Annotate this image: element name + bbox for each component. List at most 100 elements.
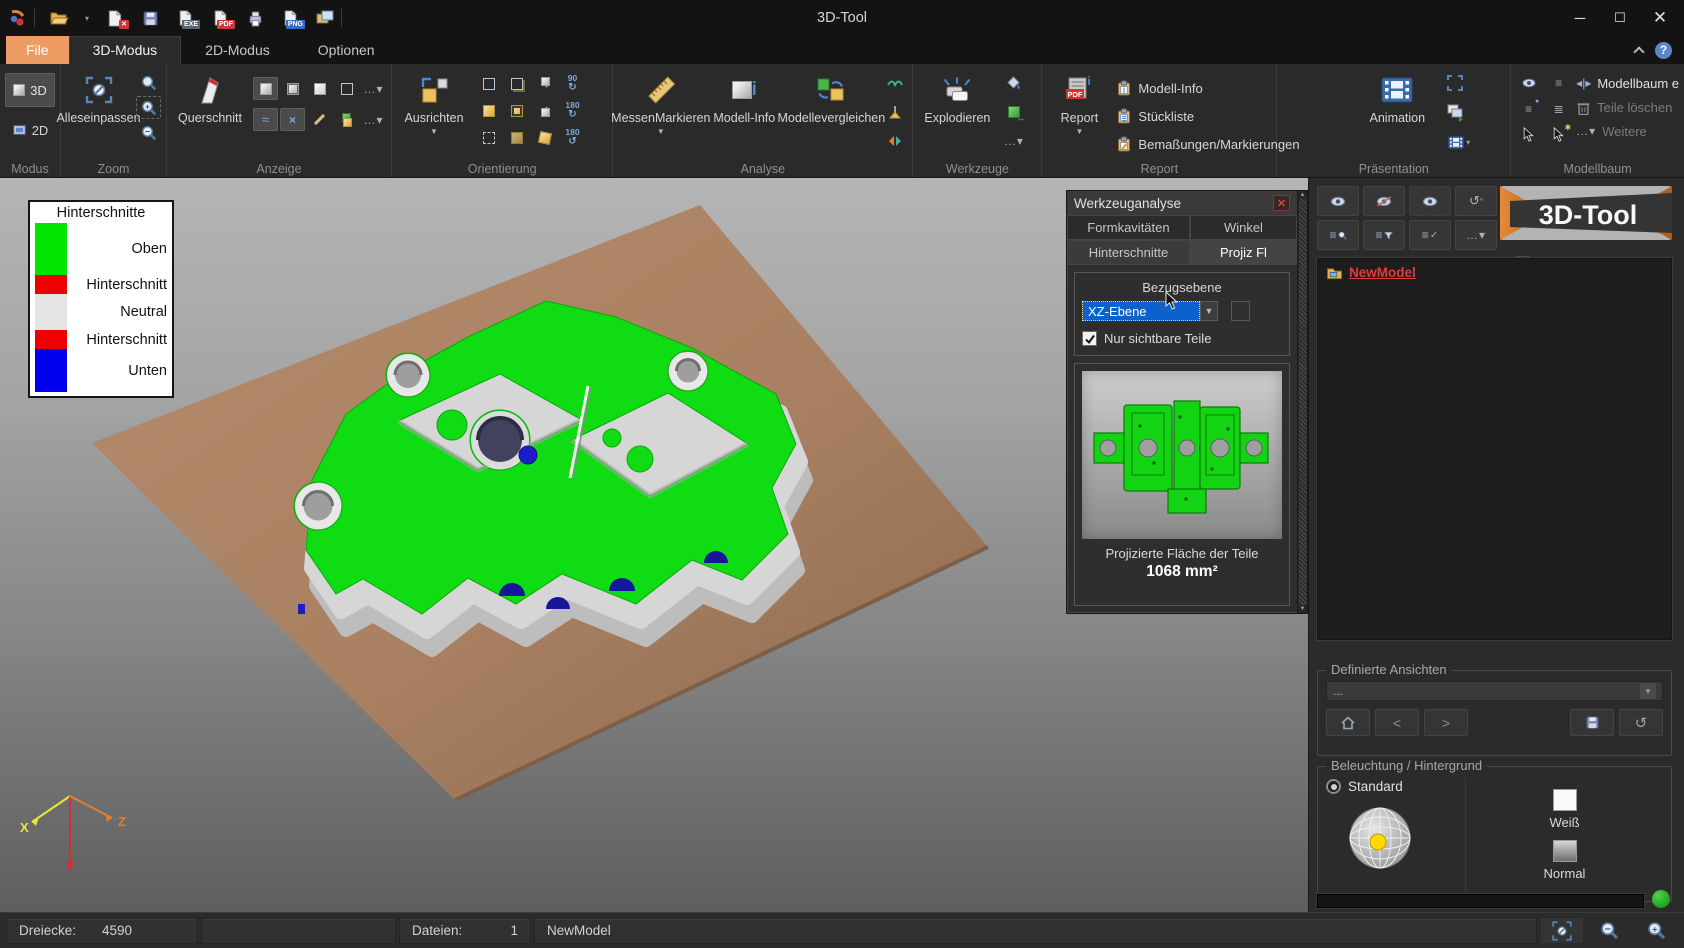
cross-section-button[interactable]: Querschnitt xyxy=(172,69,248,126)
draft-angle-icon[interactable] xyxy=(882,100,907,123)
delete-parts-button[interactable]: Teile löschen xyxy=(1576,95,1679,119)
mode-2d-button[interactable]: 2D xyxy=(5,113,55,147)
views-dropdown-arrow[interactable]: ▼ xyxy=(1640,683,1656,699)
background-normal-swatch[interactable] xyxy=(1553,840,1577,862)
collapse-ribbon-icon[interactable] xyxy=(1633,46,1644,57)
wireframe-view-icon[interactable] xyxy=(334,77,359,100)
view-top-icon[interactable] xyxy=(476,126,501,149)
tab-formkavitaeten[interactable]: Formkavitäten xyxy=(1067,215,1190,240)
view-prev-button[interactable]: < xyxy=(1375,709,1419,736)
background-white-swatch[interactable] xyxy=(1553,789,1577,811)
report-parts-list-item[interactable]: Stückliste xyxy=(1116,103,1299,129)
panel-header[interactable]: Werkzeuganalyse ✕ xyxy=(1067,191,1297,215)
hide-parts-icon[interactable] xyxy=(1363,186,1405,216)
help-icon[interactable]: ? xyxy=(1655,42,1672,59)
tree-find-icon[interactable]: ≡ xyxy=(1317,220,1359,250)
plane-select-arrow[interactable]: ▼ xyxy=(1200,301,1218,321)
save-icon[interactable] xyxy=(138,7,162,29)
view-bottom-icon[interactable] xyxy=(504,126,529,149)
tab-3d-modus[interactable]: 3D-Modus xyxy=(69,36,182,64)
view-save-button[interactable] xyxy=(1570,709,1614,736)
pen-style-icon[interactable] xyxy=(307,108,332,131)
zoom-window-icon[interactable] xyxy=(136,71,161,94)
explode-button[interactable]: Explodieren xyxy=(918,69,996,126)
show-all-icon[interactable] xyxy=(1317,186,1359,216)
tab-winkel[interactable]: Winkel xyxy=(1190,215,1297,240)
rotate-90-icon[interactable]: 90↻ xyxy=(560,72,585,95)
zoom-in-icon[interactable]: + xyxy=(136,96,161,119)
panel-close-button[interactable]: ✕ xyxy=(1273,195,1290,211)
smooth-edges-icon[interactable]: ≈ xyxy=(253,108,278,131)
plane-flip-button[interactable] xyxy=(1231,301,1250,321)
view-next-button[interactable]: > xyxy=(1424,709,1468,736)
maximize-button[interactable]: ☐ xyxy=(1602,5,1638,31)
panel-scrollbar[interactable]: ▲▼ xyxy=(1297,191,1307,613)
tab-projiz-fl[interactable]: Projiz Fl xyxy=(1190,240,1297,265)
tab-hinterschnitte[interactable]: Hinterschnitte xyxy=(1067,240,1190,265)
tab-2d-modus[interactable]: 2D-Modus xyxy=(181,36,294,64)
view-back-icon[interactable] xyxy=(504,72,529,95)
slideshow-icon[interactable] xyxy=(1442,101,1467,124)
report-dimensions-item[interactable]: Bemaßungen/Markierungen xyxy=(1116,131,1299,157)
shaded-view-icon[interactable] xyxy=(253,77,278,100)
align-button[interactable]: Ausrichten ▼ xyxy=(397,69,471,135)
wall-thickness-icon[interactable] xyxy=(882,71,907,94)
tree-filter-icon[interactable]: ≡ xyxy=(1363,220,1405,250)
animation-button[interactable]: Animation xyxy=(1357,69,1437,126)
hidden-line-view-icon[interactable] xyxy=(307,77,332,100)
open-file-icon[interactable] xyxy=(47,7,71,29)
tab-file[interactable]: File xyxy=(6,36,69,64)
open-dropdown-icon[interactable]: ▾ xyxy=(82,7,92,29)
show-all-parts-icon[interactable] xyxy=(1516,71,1541,94)
shaded-edges-view-icon[interactable] xyxy=(280,77,305,100)
compare-models-button[interactable]: Modellevergleichen xyxy=(785,69,877,126)
model-info-button[interactable]: i Modell-Info xyxy=(708,69,780,126)
tree-root-node[interactable]: NewModel xyxy=(1326,265,1663,280)
export-png-icon[interactable]: PNG xyxy=(278,7,302,29)
show-selected-icon[interactable] xyxy=(1409,186,1451,216)
minimize-button[interactable]: ─ xyxy=(1562,5,1598,31)
record-video-button[interactable]: ▾ xyxy=(1442,131,1476,154)
print-icon[interactable] xyxy=(243,7,267,29)
fit-all-button[interactable]: Alleseinpassen xyxy=(66,69,131,126)
measure-mark-button[interactable]: MessenMarkieren ▼ xyxy=(618,69,703,135)
standard-radio[interactable] xyxy=(1326,779,1341,794)
part-colors-icon[interactable] xyxy=(334,108,359,131)
clearance-icon[interactable] xyxy=(882,129,907,152)
tree-more-button[interactable]: …▾ xyxy=(1455,220,1497,250)
tree-more-button[interactable]: …▾Weitere xyxy=(1576,119,1679,143)
close-button[interactable]: ✕ xyxy=(1642,5,1678,31)
toggle-model-tree-button[interactable]: ◂|▸Modellbaum e xyxy=(1576,71,1679,95)
view-iso-icon[interactable] xyxy=(532,126,557,149)
tree-root-label[interactable]: NewModel xyxy=(1349,265,1416,280)
view-home-button[interactable] xyxy=(1326,709,1370,736)
tree-list-icon[interactable]: ≡ xyxy=(1546,71,1571,94)
visible-only-checkbox[interactable] xyxy=(1082,331,1097,346)
view-right-icon[interactable] xyxy=(504,99,529,122)
reset-rotation-icon[interactable]: ↺° xyxy=(1455,186,1497,216)
standard-radio-row[interactable]: Standard xyxy=(1326,779,1465,794)
rotate-180b-icon[interactable]: 180↺ xyxy=(560,126,585,149)
view-front-icon[interactable] xyxy=(476,72,501,95)
tree-expand-icon[interactable]: ≡● xyxy=(1516,97,1541,120)
view-restore-button[interactable]: ↺ xyxy=(1619,709,1663,736)
tab-optionen[interactable]: Optionen xyxy=(294,36,399,64)
report-model-info-item[interactable]: iModell-Info xyxy=(1116,75,1299,101)
select-part-icon[interactable] xyxy=(1516,123,1541,146)
status-fit-all-icon[interactable] xyxy=(1540,917,1584,944)
view-user1-icon[interactable]: ▪ xyxy=(532,72,557,95)
view-user2-icon[interactable]: ▪ xyxy=(532,99,557,122)
status-zoom-in-icon[interactable]: + xyxy=(1634,917,1678,944)
export-pdf-icon[interactable]: PDF xyxy=(208,7,232,29)
light-position-sphere[interactable] xyxy=(1344,802,1416,874)
export-exe-icon[interactable]: EXE xyxy=(173,7,197,29)
fullscreen-icon[interactable] xyxy=(1442,71,1467,94)
report-button[interactable]: Report ▼ xyxy=(1047,69,1111,135)
tree-check-icon[interactable]: ≡✓ xyxy=(1409,220,1451,250)
rotate-180-icon[interactable]: 180↻ xyxy=(560,99,585,122)
paint-bucket-icon[interactable] xyxy=(1001,71,1026,94)
select-highlight-icon[interactable]: ✱ xyxy=(1546,123,1571,146)
display-more-button[interactable]: …▾ xyxy=(361,108,386,131)
copy-view-icon[interactable] xyxy=(313,7,337,29)
tools-more-button[interactable]: …▾ xyxy=(1001,129,1026,152)
